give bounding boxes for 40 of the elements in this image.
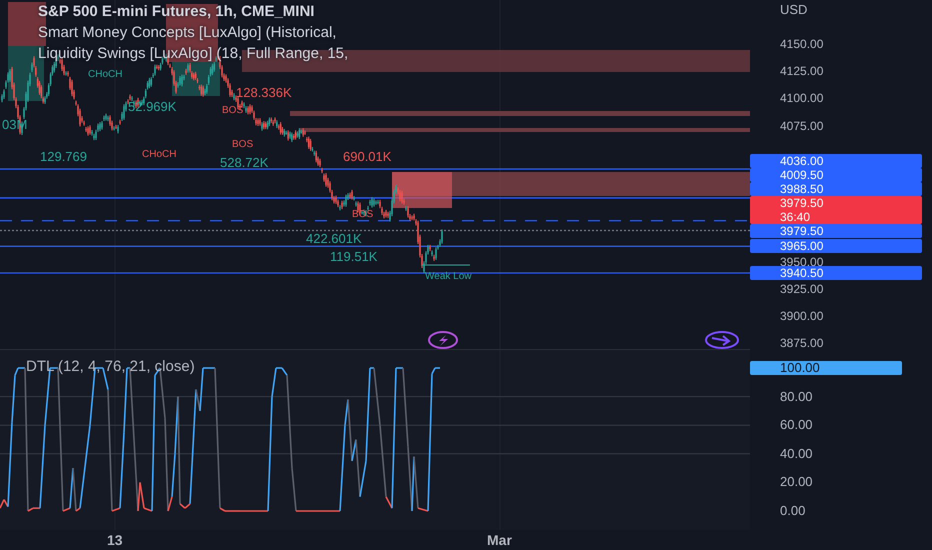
price-level-label: 4009.50: [750, 168, 922, 182]
volume-label: 128.336K: [236, 86, 292, 99]
bar-countdown: 36:40: [780, 210, 812, 224]
volume-label: 129.769: [40, 150, 87, 163]
structure-label: Weak Low: [425, 272, 472, 282]
weak-low-line: [422, 264, 470, 266]
price-text: 3979.50: [780, 196, 824, 210]
price-tick: 3900.00: [780, 310, 824, 322]
indicator-tick: 40.00: [780, 446, 813, 461]
volume-label: 52.969K: [128, 100, 176, 113]
price-level-label: 3965.00: [750, 239, 922, 254]
price-tick: 3875.00: [780, 337, 824, 350]
currency-label: USD: [780, 2, 808, 17]
indicator-tick: 80.00: [780, 390, 813, 404]
price-level-label: 4036.00: [750, 154, 922, 168]
price-tick: 4125.00: [780, 65, 824, 78]
volume-label: 422.601K: [306, 232, 362, 245]
lightning-icon[interactable]: [428, 331, 458, 349]
price-tick: 3950.00: [780, 256, 824, 268]
current-value-label: 100.00: [750, 361, 902, 375]
structure-label: CHoCH: [142, 150, 176, 160]
price-level-label: 3979.50: [750, 224, 922, 238]
price-tick: 4100.00: [780, 92, 824, 104]
structure-label: CHoCH: [88, 70, 122, 80]
indicator-tick: 60.00: [780, 418, 813, 432]
time-tick: 13: [107, 532, 123, 548]
structure-label: BOS: [232, 140, 254, 150]
volume-label: 119.51K: [330, 250, 378, 263]
volume-label: 528.72K: [220, 156, 268, 169]
indicator-title[interactable]: DTL (12, 4, 76, 21, close): [26, 358, 195, 375]
price-level-label: 3940.50: [750, 266, 922, 280]
indicator-tick: 0.00: [780, 504, 806, 518]
indicator-tick: 20.00: [780, 475, 813, 490]
price-tick: 3925.00: [780, 282, 824, 295]
price-tick: 4075.00: [780, 120, 824, 132]
price-level-label: 3988.50: [750, 182, 922, 196]
volume-label: 690.01K: [343, 150, 392, 163]
indicator-name[interactable]: Smart Money Concepts [LuxAlgo] (Historical,: [38, 23, 348, 43]
time-tick: Mar: [487, 532, 512, 548]
price-tick: 4150.00: [780, 38, 824, 50]
